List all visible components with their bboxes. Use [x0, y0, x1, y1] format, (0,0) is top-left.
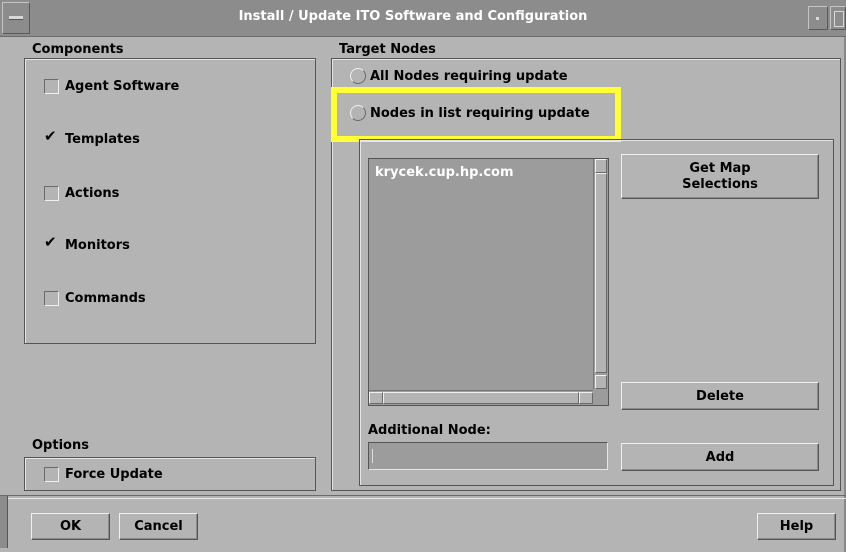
scroll-right-icon[interactable]: [579, 392, 593, 404]
checkbox-icon: [44, 291, 59, 306]
checkbox-icon: [44, 79, 59, 94]
checkbox-icon: [44, 186, 59, 201]
maximize-button[interactable]: [830, 6, 846, 30]
button-label-line2: Selections: [682, 176, 758, 192]
add-button[interactable]: Add: [621, 443, 819, 471]
maximize-icon: [834, 11, 844, 27]
scroll-thumb[interactable]: [383, 392, 579, 404]
radio-icon: [350, 105, 366, 121]
commands-checkbox[interactable]: Commands: [44, 291, 146, 306]
checkbox-label: Templates: [65, 132, 140, 147]
button-label-line1: Get Map: [689, 160, 751, 176]
title-bar[interactable]: Install / Update ITO Software and Config…: [0, 0, 846, 37]
checkmark-icon: ✔: [44, 233, 57, 251]
ok-button[interactable]: OK: [31, 513, 110, 540]
scroll-left-icon[interactable]: [369, 392, 383, 404]
cancel-button[interactable]: Cancel: [119, 513, 198, 540]
footer-separator: [0, 495, 846, 499]
vertical-scrollbar[interactable]: [593, 159, 608, 389]
radio-icon: [350, 68, 366, 84]
minimize-button[interactable]: [808, 6, 828, 30]
additional-node-label: Additional Node:: [368, 423, 491, 438]
target-nodes-label: Target Nodes: [339, 42, 436, 57]
checkbox-label: Agent Software: [65, 79, 180, 94]
horizontal-scrollbar[interactable]: [369, 390, 593, 405]
checkbox-label: Actions: [65, 186, 120, 201]
radio-label: Nodes in list requiring update: [370, 105, 590, 121]
force-update-checkbox[interactable]: Force Update: [44, 467, 163, 482]
checkbox-label: Commands: [65, 291, 146, 306]
all-nodes-radio[interactable]: All Nodes requiring update: [350, 68, 568, 84]
radio-label: All Nodes requiring update: [370, 68, 568, 84]
list-item[interactable]: krycek.cup.hp.com: [375, 165, 514, 180]
install-update-dialog: Install / Update ITO Software and Config…: [0, 0, 846, 552]
scroll-thumb[interactable]: [595, 173, 607, 373]
minimize-icon: [816, 17, 819, 20]
nodes-in-list-radio[interactable]: Nodes in list requiring update: [350, 105, 590, 121]
window-edge: [0, 496, 8, 548]
window-menu-icon: [9, 16, 23, 20]
checkbox-label: Monitors: [65, 238, 130, 253]
delete-button[interactable]: Delete: [621, 382, 819, 410]
additional-node-input[interactable]: [368, 442, 608, 470]
node-list[interactable]: krycek.cup.hp.com: [368, 158, 609, 406]
window-title: Install / Update ITO Software and Config…: [238, 9, 588, 24]
actions-checkbox[interactable]: Actions: [44, 186, 119, 201]
scroll-up-icon[interactable]: [595, 159, 607, 173]
checkbox-icon: [44, 467, 59, 482]
text-caret: [372, 449, 373, 463]
get-map-selections-button[interactable]: Get Map Selections: [621, 154, 819, 199]
monitors-checkbox[interactable]: ✔ Monitors: [44, 233, 130, 254]
window-menu-button[interactable]: [2, 2, 30, 34]
options-label: Options: [32, 438, 89, 453]
templates-checkbox[interactable]: ✔ Templates: [44, 127, 140, 148]
agent-software-checkbox[interactable]: Agent Software: [44, 79, 179, 94]
scroll-down-icon[interactable]: [595, 375, 607, 389]
checkbox-label: Force Update: [65, 467, 163, 482]
help-button[interactable]: Help: [757, 513, 836, 540]
components-label: Components: [32, 42, 124, 57]
checkmark-icon: ✔: [44, 127, 57, 145]
